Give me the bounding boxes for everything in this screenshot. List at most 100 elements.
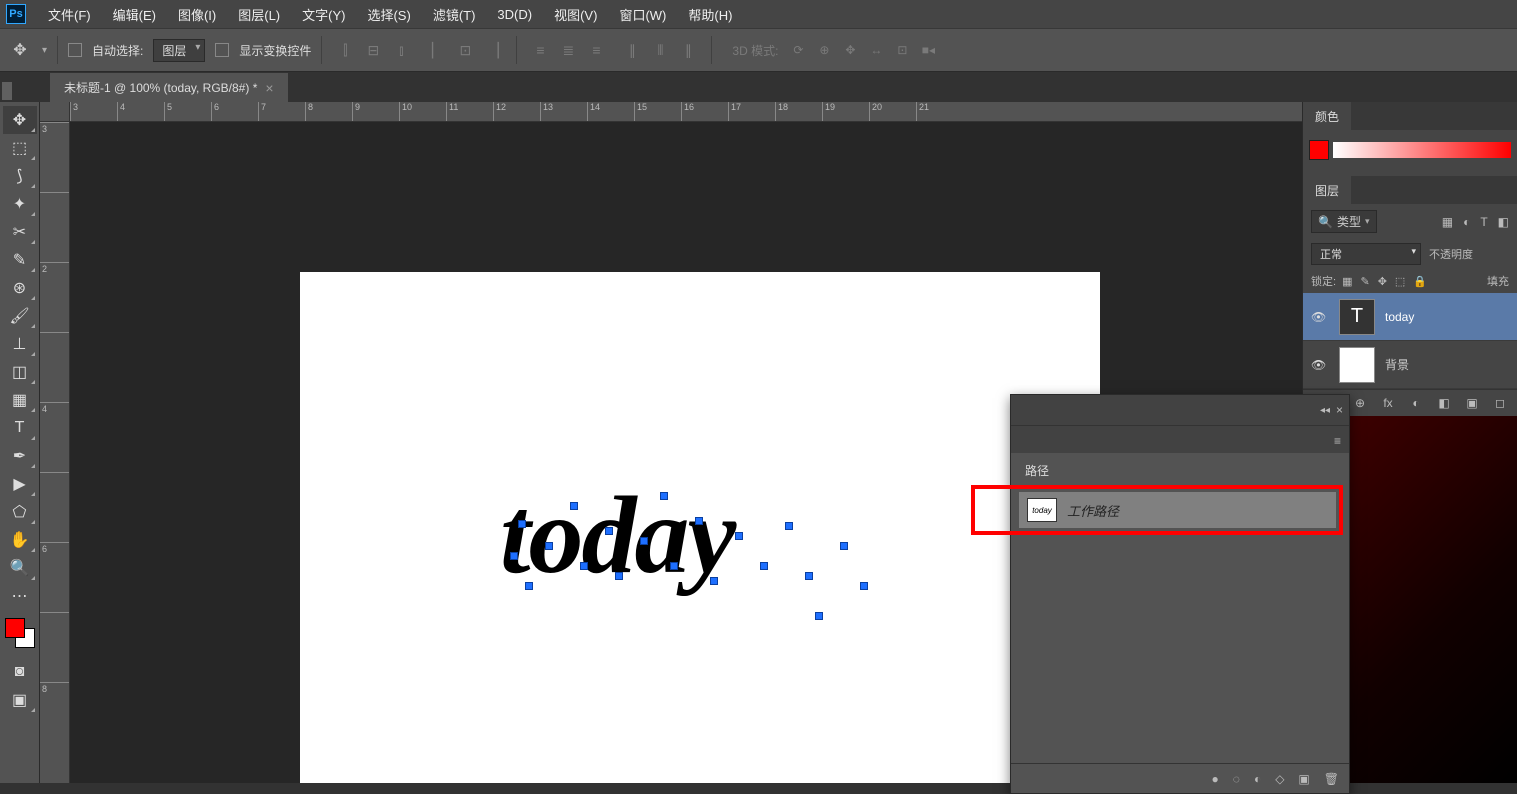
adjustment-icon[interactable]: ◧ xyxy=(1435,396,1453,410)
color-gradient-strip[interactable] xyxy=(1333,142,1511,158)
slide-icon[interactable]: ↔ xyxy=(866,43,886,57)
auto-select-checkbox[interactable] xyxy=(68,43,82,57)
healing-tool[interactable]: ⊛ xyxy=(3,274,37,302)
dist-bottom-icon[interactable]: ≡ xyxy=(583,37,609,63)
pan-icon[interactable]: ✥ xyxy=(840,43,860,57)
path-item-work[interactable]: today 工作路径 xyxy=(1019,492,1336,528)
zoom-tool[interactable]: 🔍 xyxy=(3,554,37,582)
layer-thumb-bg xyxy=(1339,347,1375,383)
magic-wand-tool[interactable]: ✦ xyxy=(3,190,37,218)
filter-type-icon[interactable]: T xyxy=(1480,215,1487,229)
stroke-path-icon[interactable]: ◌ xyxy=(1233,772,1240,786)
filter-shape-icon[interactable]: ◧ xyxy=(1498,215,1509,229)
hand-tool[interactable]: ✋ xyxy=(3,526,37,554)
fill-path-icon[interactable]: ● xyxy=(1212,772,1219,786)
camera-icon[interactable]: ■◂ xyxy=(918,43,938,57)
ruler-corner xyxy=(40,102,70,122)
menu-file[interactable]: 文件(F) xyxy=(38,1,101,28)
menu-layer[interactable]: 图层(L) xyxy=(228,1,290,28)
menu-3d[interactable]: 3D(D) xyxy=(487,3,542,26)
marquee-tool[interactable]: ⬚ xyxy=(3,134,37,162)
menu-image[interactable]: 图像(I) xyxy=(168,1,226,28)
collapse-icon[interactable]: ◂◂ xyxy=(1320,405,1330,416)
lock-artboard-icon[interactable]: ⬚ xyxy=(1395,275,1405,288)
blend-mode-combo[interactable]: 正常 xyxy=(1311,243,1421,265)
menu-edit[interactable]: 编辑(E) xyxy=(103,1,166,28)
dist-hcenter-icon[interactable]: ⦀ xyxy=(647,37,673,63)
dist-right-icon[interactable]: ∥ xyxy=(675,37,701,63)
foreground-color[interactable] xyxy=(5,618,25,638)
dist-left-icon[interactable]: ∥ xyxy=(619,37,645,63)
menu-view[interactable]: 视图(V) xyxy=(544,1,607,28)
stamp-tool[interactable]: ⊥ xyxy=(3,330,37,358)
scale3d-icon[interactable]: ⊡ xyxy=(892,43,912,57)
group-icon[interactable]: ▣ xyxy=(1463,396,1481,410)
type-tool[interactable]: T xyxy=(3,414,37,442)
align-hcenter-icon[interactable]: ⊡ xyxy=(452,37,478,63)
link-layers-icon[interactable]: ⊕ xyxy=(1351,396,1369,410)
show-transform-label: 显示变换控件 xyxy=(239,42,311,59)
filter-adjust-icon[interactable]: ◐ xyxy=(1463,215,1470,229)
align-top-icon[interactable]: ⫿ xyxy=(332,37,358,63)
document-tab[interactable]: 未标题-1 @ 100% (today, RGB/8#) * × xyxy=(50,73,288,102)
menu-help[interactable]: 帮助(H) xyxy=(678,1,742,28)
layers-panel-tab[interactable]: 图层 xyxy=(1303,176,1351,205)
lock-position-icon[interactable]: ✥ xyxy=(1378,275,1387,288)
move-tool[interactable]: ✥ xyxy=(3,106,37,134)
layers-lock-row: 锁定: ▦ ✎ ✥ ⬚ 🔒 填充 xyxy=(1303,269,1517,293)
brush-tool[interactable]: 🖌 xyxy=(3,302,37,330)
layer-row-today[interactable]: 👁 T today xyxy=(1303,293,1517,341)
crop-tool[interactable]: ✂ xyxy=(3,218,37,246)
fx-icon[interactable]: fx xyxy=(1379,396,1397,410)
eraser-tool[interactable]: ◫ xyxy=(3,358,37,386)
lock-label: 锁定: xyxy=(1311,273,1336,289)
edit-toolbar[interactable]: ⋯ xyxy=(3,582,37,610)
paths-tab[interactable]: 路径 xyxy=(1011,456,1063,485)
lock-all-icon[interactable]: 🔒 xyxy=(1413,275,1427,288)
panel-collapse-strip[interactable] xyxy=(2,82,12,100)
align-bottom-icon[interactable]: ⫾ xyxy=(388,37,414,63)
show-transform-checkbox[interactable] xyxy=(215,43,229,57)
new-path-icon[interactable]: ▣ xyxy=(1298,772,1309,786)
eyedropper-tool[interactable]: ✎ xyxy=(3,246,37,274)
menu-type[interactable]: 文字(Y) xyxy=(292,1,355,28)
lasso-tool[interactable]: ⟆ xyxy=(3,162,37,190)
delete-path-icon[interactable]: 🗑 xyxy=(1324,772,1339,786)
menu-filter[interactable]: 滤镜(T) xyxy=(423,1,486,28)
quickmask-tool[interactable]: ◙ xyxy=(3,658,37,686)
paths-menu-icon[interactable]: ≡ xyxy=(1334,434,1341,448)
align-vcenter-icon[interactable]: ⊟ xyxy=(360,37,386,63)
mask-icon[interactable]: ◐ xyxy=(1407,396,1425,410)
menu-select[interactable]: 选择(S) xyxy=(357,1,420,28)
layer-filter-type[interactable]: 🔍 类型 ▾ xyxy=(1311,210,1377,233)
color-swatch[interactable] xyxy=(5,618,35,648)
visibility-icon[interactable]: 👁 xyxy=(1311,358,1329,372)
dist-vcenter-icon[interactable]: ≣ xyxy=(555,37,581,63)
align-left-icon[interactable]: ▏ xyxy=(424,37,450,63)
color-panel-tab[interactable]: 颜色 xyxy=(1303,102,1351,131)
lock-brush-icon[interactable]: ✎ xyxy=(1360,275,1369,288)
lock-pixels-icon[interactable]: ▦ xyxy=(1342,275,1352,288)
orbit-icon[interactable]: ⟳ xyxy=(788,43,808,57)
new-layer-icon[interactable]: ◻ xyxy=(1491,396,1509,410)
visibility-icon[interactable]: 👁 xyxy=(1311,310,1329,324)
filter-pixel-icon[interactable]: ▦ xyxy=(1442,215,1453,229)
roll-icon[interactable]: ⊕ xyxy=(814,43,834,57)
pen-tool[interactable]: ✒ xyxy=(3,442,37,470)
screenmode-tool[interactable]: ▣ xyxy=(3,686,37,714)
dist-top-icon[interactable]: ≡ xyxy=(527,37,553,63)
menu-window[interactable]: 窗口(W) xyxy=(609,1,676,28)
paths-panel-header[interactable]: ◂◂ × xyxy=(1011,395,1349,425)
selection-to-path-icon[interactable]: ◇ xyxy=(1275,772,1284,786)
gradient-tool[interactable]: ▦ xyxy=(3,386,37,414)
path-select-tool[interactable]: ▶ xyxy=(3,470,37,498)
shape-tool[interactable]: ⬠ xyxy=(3,498,37,526)
auto-select-target-combo[interactable]: 图层 xyxy=(153,39,205,62)
color-swatch-mini[interactable] xyxy=(1309,140,1329,160)
close-panel-icon[interactable]: × xyxy=(1336,403,1343,417)
close-tab-icon[interactable]: × xyxy=(265,80,273,96)
paths-panel-body: today 工作路径 xyxy=(1011,453,1349,763)
layer-row-background[interactable]: 👁 背景 xyxy=(1303,341,1517,389)
align-right-icon[interactable]: ▕ xyxy=(480,37,506,63)
path-to-selection-icon[interactable]: ◐ xyxy=(1254,772,1261,786)
